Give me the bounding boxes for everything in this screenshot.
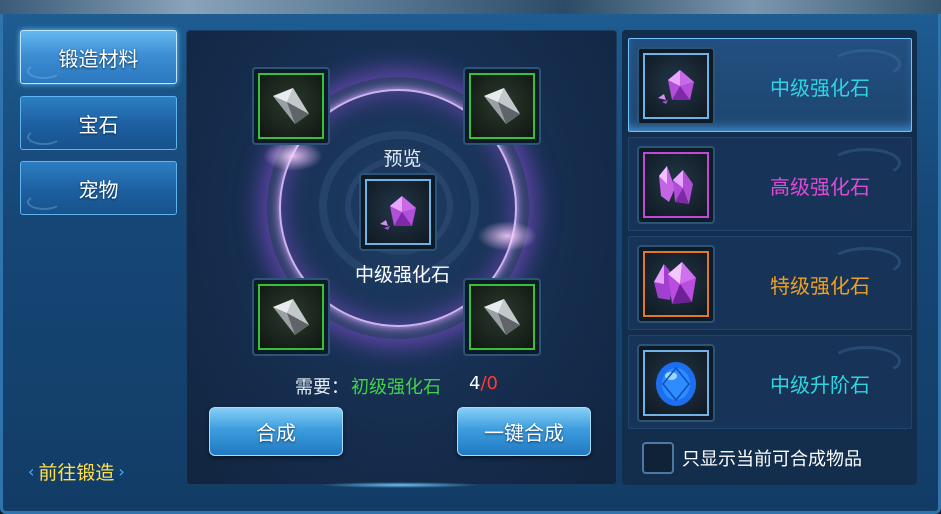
gray-stone-icon xyxy=(273,88,309,124)
list-item-name: 中级强化石 xyxy=(770,75,870,100)
bottom-glow-decor xyxy=(320,482,480,488)
filter-label: 只显示当前可合成物品 xyxy=(682,449,862,470)
category-tab-forge-materials[interactable]: 锻造材料 xyxy=(20,30,177,84)
list-item-name: 高级强化石 xyxy=(770,174,870,199)
preview-label: 预览 xyxy=(383,148,422,170)
synthesize-all-button[interactable]: 一键合成 xyxy=(457,407,591,456)
material-slot-bottom-left[interactable] xyxy=(252,278,330,356)
preview-result-slot[interactable] xyxy=(359,173,437,251)
category-tab-label: 宝石 xyxy=(78,112,119,137)
synthesis-panel: 预览 中级强化石 需要： 初级强化石 4/0 合成 一键合成 xyxy=(186,30,617,485)
category-tab-gems[interactable]: 宝石 xyxy=(20,96,177,150)
chevron-right-icon: › xyxy=(118,462,125,481)
gray-stone-icon xyxy=(484,299,520,335)
purple-crystal-small-icon xyxy=(380,196,416,230)
top-decor-strip xyxy=(0,0,941,14)
purple-crystal-small-icon xyxy=(658,70,694,104)
material-slot-top-right[interactable] xyxy=(463,67,541,145)
requirement-count: 4/0 xyxy=(469,373,498,399)
list-item-name: 特级强化石 xyxy=(770,273,870,298)
filter-checkbox[interactable] xyxy=(642,442,674,474)
material-slot-top-left[interactable] xyxy=(252,67,330,145)
category-tab-pets[interactable]: 宠物 xyxy=(20,161,177,215)
list-item[interactable]: 中级升阶石 xyxy=(628,335,912,429)
cloud-swirl-icon xyxy=(27,194,61,210)
material-slot-bottom-right[interactable] xyxy=(463,278,541,356)
preview-item-name: 中级强化石 xyxy=(354,264,450,286)
craftable-item-list: 中级强化石 高级强化石 特级强化石 中级升阶石 只显示当前可合成物品 xyxy=(622,30,917,485)
gray-stone-icon xyxy=(273,299,309,335)
requirement-have: 4 xyxy=(469,373,481,394)
list-item[interactable]: 高级强化石 xyxy=(628,137,912,231)
requirement-material: 初级强化石 xyxy=(351,377,441,398)
goto-forge-label: 前往锻造 xyxy=(38,462,115,484)
gray-stone-icon xyxy=(484,88,520,124)
cloud-swirl-icon xyxy=(27,129,61,145)
cloud-swirl-icon xyxy=(27,63,61,79)
goto-forge-link[interactable]: ‹ 前往锻造 › xyxy=(28,458,125,485)
chevron-left-icon: ‹ xyxy=(28,462,35,481)
list-item[interactable]: 特级强化石 xyxy=(628,236,912,330)
requirement-need: 0 xyxy=(486,373,498,394)
ring-flare xyxy=(477,221,537,251)
category-sidebar: 锻造材料 宝石 宠物 xyxy=(14,24,182,502)
list-item[interactable]: 中级强化石 xyxy=(628,38,912,132)
requirement-line: 需要： 初级强化石 4/0 xyxy=(295,373,498,399)
synthesize-button[interactable]: 合成 xyxy=(209,407,343,456)
purple-crystal-large-icon xyxy=(654,262,696,304)
blue-gem-icon xyxy=(656,362,696,406)
purple-crystal-cluster-icon xyxy=(659,166,693,204)
list-item-name: 中级升阶石 xyxy=(770,372,870,397)
requirement-label: 需要： xyxy=(295,377,349,398)
filter-craftable-toggle[interactable]: 只显示当前可合成物品 xyxy=(642,442,862,474)
category-tab-label: 锻造材料 xyxy=(58,46,139,71)
category-tab-label: 宠物 xyxy=(78,177,119,202)
